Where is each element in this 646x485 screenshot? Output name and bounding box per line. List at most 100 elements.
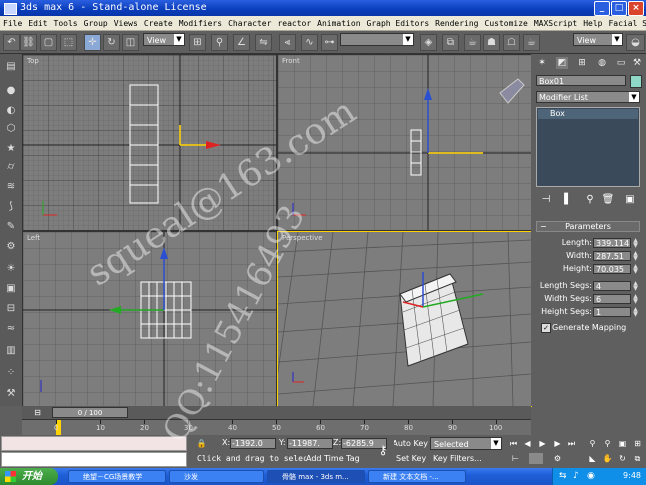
mini-curve-icon[interactable]: ⊟: [32, 407, 43, 418]
menu-character[interactable]: Character: [225, 19, 274, 28]
menu-edit[interactable]: Edit: [25, 19, 50, 28]
pan-icon[interactable]: ✋: [602, 453, 613, 464]
utilities-tab-icon[interactable]: ⚒: [631, 57, 643, 69]
tray-volume-icon[interactable]: ♪: [573, 471, 579, 481]
tray-ime-icon[interactable]: ◉: [587, 471, 595, 481]
select-region-icon[interactable]: ▢: [40, 34, 57, 51]
cylinder-icon[interactable]: ⌭: [4, 160, 18, 174]
spinner-icon[interactable]: ▲ ▼: [632, 281, 639, 292]
lock-icon[interactable]: 🔒: [196, 438, 207, 449]
generate-mapping-checkbox[interactable]: ✓: [541, 323, 551, 333]
taskbar-item-notepad[interactable]: 新建 文本文档 -...: [368, 470, 466, 483]
quick-render-icon[interactable]: ☕: [464, 34, 481, 51]
remove-modifier-icon[interactable]: 🗑: [601, 193, 615, 206]
length-field[interactable]: 339.114: [593, 238, 631, 248]
shape-icon[interactable]: ⬡: [4, 122, 18, 136]
bulb-icon[interactable]: ☀: [4, 262, 18, 276]
next-frame-icon[interactable]: ▶: [552, 438, 563, 449]
make-unique-icon[interactable]: ⚲: [583, 193, 597, 206]
stack-item-box[interactable]: Box: [538, 109, 638, 119]
maxscript-listener-input[interactable]: [1, 436, 187, 451]
maxscript-listener-output[interactable]: [1, 452, 187, 467]
play-icon[interactable]: ▶: [537, 438, 548, 449]
view-dropdown[interactable]: View ▼: [573, 33, 623, 46]
curve-editor-icon[interactable]: ∿: [301, 34, 318, 51]
length-segs-field[interactable]: 4: [593, 281, 631, 291]
modifier-list-dropdown[interactable]: Modifier List ▼: [536, 91, 640, 103]
frame-field[interactable]: [529, 453, 543, 464]
zoom-all-icon[interactable]: ⚲: [602, 438, 613, 449]
helix-icon[interactable]: ≋: [4, 180, 18, 194]
select-link-icon[interactable]: ⛓: [20, 34, 37, 51]
create-tab-icon[interactable]: ✶: [536, 57, 548, 69]
patch-icon[interactable]: ⊟: [4, 302, 18, 316]
render-scene-icon[interactable]: ⧉: [442, 34, 459, 51]
show-end-result-icon[interactable]: ▌: [561, 193, 575, 206]
go-to-end-icon[interactable]: ⏭: [566, 438, 577, 449]
sphere-icon[interactable]: ●: [4, 84, 18, 98]
scale-icon[interactable]: ◫: [122, 34, 139, 51]
y-field[interactable]: -11987.: [287, 438, 333, 449]
teapot-icon[interactable]: ◒: [626, 34, 645, 51]
camera-icon[interactable]: ▣: [4, 282, 18, 296]
move-icon[interactable]: ✛: [84, 34, 101, 51]
modifier-stack[interactable]: Box: [536, 107, 640, 187]
prev-frame-icon[interactable]: ◀: [522, 438, 533, 449]
menu-help[interactable]: Help: [580, 19, 605, 28]
parameters-rollout-header[interactable]: − Parameters: [536, 221, 640, 232]
menu-views[interactable]: Views: [111, 19, 141, 28]
particle-icon[interactable]: ⁘: [4, 366, 18, 380]
arc-rotate-icon[interactable]: ↻: [617, 453, 628, 464]
menu-create[interactable]: Create: [141, 19, 176, 28]
maximize-viewport-icon[interactable]: ⧉: [632, 453, 643, 464]
pivot-icon[interactable]: ⊞: [189, 34, 206, 51]
spinner-icon[interactable]: ▲ ▼: [632, 307, 639, 318]
key-filters-button[interactable]: Key Filters...: [433, 454, 482, 463]
display-tab-icon[interactable]: ▭: [615, 57, 627, 69]
menu-facial-studio[interactable]: Facial Studio: [605, 19, 646, 28]
key-icon[interactable]: ⚷: [376, 444, 390, 456]
menu-file[interactable]: File: [0, 19, 25, 28]
hammer-icon[interactable]: ⚒: [4, 387, 18, 401]
maximize-button[interactable]: □: [611, 1, 627, 16]
menu-animation[interactable]: Animation: [314, 19, 363, 28]
object-icon[interactable]: ▤: [4, 60, 18, 74]
add-time-tag-button[interactable]: Add Time Tag: [306, 454, 360, 463]
menu-graph-editors[interactable]: Graph Editors: [364, 19, 433, 28]
render-type-icon[interactable]: ☗: [483, 34, 500, 51]
reference-coord-dropdown[interactable]: View ▼: [143, 33, 185, 46]
height-field[interactable]: 70.035: [593, 264, 631, 274]
active-shade-icon[interactable]: ☕: [523, 34, 540, 51]
width-segs-field[interactable]: 6: [593, 294, 631, 304]
x-field[interactable]: -1392.0: [230, 438, 276, 449]
hierarchy-tab-icon[interactable]: ⊞: [576, 57, 588, 69]
spinner-icon[interactable]: ▲ ▼: [632, 251, 639, 262]
gear-icon[interactable]: ⚙: [4, 240, 18, 254]
menu-tools[interactable]: Tools: [51, 19, 81, 28]
viewport-label-front[interactable]: Front: [282, 57, 300, 65]
star-icon[interactable]: ★: [4, 142, 18, 156]
named-selection-dropdown[interactable]: ▼: [340, 33, 414, 46]
close-button[interactable]: ×: [628, 1, 644, 16]
menu-maxscript[interactable]: MAXScript: [531, 19, 580, 28]
undo-icon[interactable]: ↶: [3, 34, 20, 51]
start-button[interactable]: 开始: [0, 468, 58, 485]
auto-key-button[interactable]: Auto Key: [394, 439, 428, 448]
spinner-icon[interactable]: ▲ ▼: [632, 294, 639, 305]
minimize-button[interactable]: _: [594, 1, 610, 16]
material-editor-icon[interactable]: ◈: [420, 34, 437, 51]
taskbar-item-cg[interactable]: 绝望－CG场景教学: [68, 470, 166, 483]
pin-stack-icon[interactable]: ⊣: [539, 193, 553, 206]
spinner-icon[interactable]: ▲ ▼: [632, 264, 639, 275]
zoom-extents-all-icon[interactable]: ⊞: [632, 438, 643, 449]
key-mode-icon[interactable]: ⊢: [510, 453, 521, 464]
track-bar[interactable]: 0 10 20 30 40 50 60 70 80 90 100: [22, 419, 531, 436]
rotate-icon[interactable]: ↻: [103, 34, 120, 51]
key-mode-dropdown[interactable]: Selected ▼: [430, 437, 502, 450]
taskbar-item-sofa[interactable]: 沙发: [169, 470, 264, 483]
viewport-perspective[interactable]: Perspective: [277, 231, 532, 407]
object-color-swatch[interactable]: [630, 75, 642, 88]
time-config-icon[interactable]: ⚙: [552, 453, 563, 464]
align-icon[interactable]: ⫷: [279, 34, 296, 51]
lattice-icon[interactable]: ▥: [4, 344, 18, 358]
